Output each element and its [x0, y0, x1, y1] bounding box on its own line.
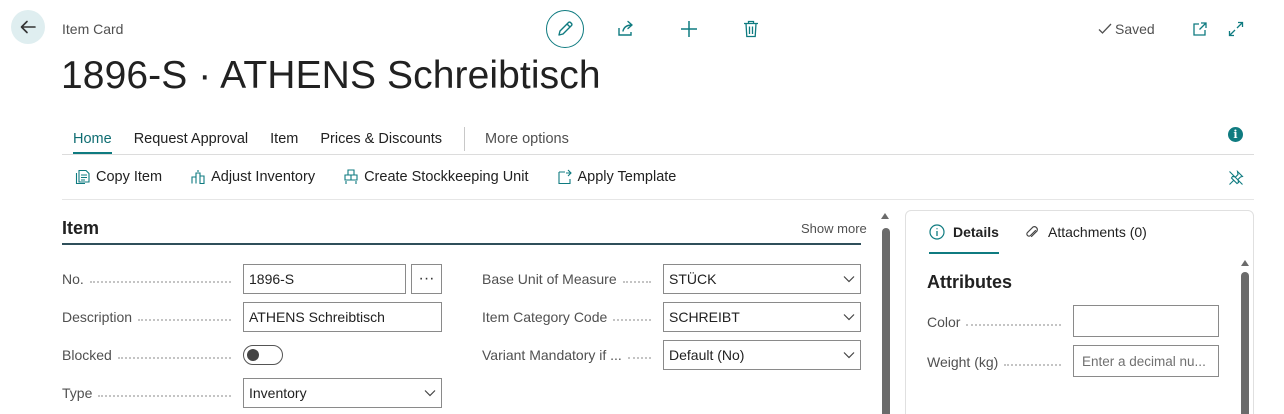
chevron-down-icon [424, 390, 436, 397]
blocked-label: Blocked [62, 346, 237, 364]
trash-icon [744, 20, 758, 38]
no-field[interactable]: 1896-S [243, 264, 406, 294]
item-category-value: SCHREIBT [669, 309, 740, 325]
breadcrumb: Item Card [62, 21, 124, 37]
saved-status: Saved [1098, 21, 1155, 37]
back-button[interactable] [11, 10, 45, 44]
weight-placeholder: Enter a decimal nu... [1082, 353, 1206, 369]
section-title: Item [62, 218, 100, 238]
action-bar: Copy Item Adjust Inventory Create Stockk… [75, 169, 704, 185]
copy-icon [75, 169, 90, 185]
color-field[interactable] [1073, 305, 1219, 337]
attributes-title: Attributes [927, 272, 1012, 292]
weight-field[interactable]: Enter a decimal nu... [1073, 345, 1219, 377]
tab-attachments[interactable]: Attachments (0) [1024, 224, 1147, 240]
item-category-select[interactable]: SCHREIBT [663, 302, 861, 332]
share-icon [618, 20, 633, 36]
create-stockkeeping-unit-button[interactable]: Create Stockkeeping Unit [343, 169, 529, 185]
adjust-inventory-label: Adjust Inventory [211, 169, 316, 185]
apply-template-button[interactable]: Apply Template [557, 169, 677, 185]
description-field[interactable]: ATHENS Schreibtisch [243, 302, 442, 332]
unpin-action-bar-button[interactable] [1224, 166, 1248, 190]
info-icon[interactable]: i [1228, 127, 1243, 142]
description-label: Description [62, 308, 237, 326]
new-button[interactable] [677, 17, 701, 41]
check-icon [1098, 23, 1112, 34]
item-category-label: Item Category Code [482, 308, 657, 326]
base-uom-value: STÜCK [669, 271, 717, 287]
chevron-down-icon [843, 352, 855, 359]
no-lookup-button[interactable]: ··· [411, 264, 442, 294]
divider [62, 154, 1254, 155]
action-tabs: Home Request Approval Item Prices & Disc… [62, 127, 591, 154]
show-more-link[interactable]: Show more [801, 221, 867, 236]
blocked-toggle[interactable] [243, 345, 283, 365]
chevron-down-icon [843, 276, 855, 283]
color-label: Color [927, 313, 1067, 331]
adjust-inventory-button[interactable]: Adjust Inventory [190, 169, 315, 185]
base-uom-label: Base Unit of Measure [482, 270, 657, 288]
stockkeeping-icon [344, 169, 358, 184]
info-icon [929, 224, 945, 240]
base-uom-select[interactable]: STÜCK [663, 264, 861, 294]
create-stockkeeping-unit-label: Create Stockkeeping Unit [364, 169, 529, 185]
variant-mandatory-value: Default (No) [669, 347, 745, 363]
type-label: Type [62, 384, 237, 402]
share-button[interactable] [614, 17, 638, 41]
paperclip-icon [1026, 226, 1038, 238]
tab-details-label: Details [953, 224, 999, 240]
edit-button[interactable] [546, 10, 584, 48]
copy-item-button[interactable]: Copy Item [75, 169, 162, 185]
tab-home[interactable]: Home [73, 131, 112, 154]
apply-template-label: Apply Template [577, 169, 677, 185]
tab-item[interactable]: Item [270, 131, 298, 147]
no-value: 1896-S [249, 271, 295, 287]
template-icon [557, 169, 572, 185]
toggle-knob [247, 348, 259, 361]
chevron-down-icon [843, 314, 855, 321]
saved-label: Saved [1115, 21, 1155, 37]
factbox-scroll-up-arrow[interactable] [1241, 260, 1249, 266]
ellipsis-icon: ··· [418, 270, 435, 287]
scroll-up-arrow[interactable] [881, 213, 889, 219]
factbox-scrollbar-thumb[interactable] [1241, 272, 1249, 414]
scrollbar-thumb[interactable] [882, 228, 890, 414]
plus-icon [681, 21, 697, 37]
expand-icon [1228, 21, 1244, 37]
tab-divider [464, 127, 466, 151]
copy-item-label: Copy Item [96, 169, 163, 185]
adjust-inventory-icon [191, 170, 205, 185]
pencil-icon [558, 21, 573, 36]
tab-attachments-label: Attachments (0) [1048, 224, 1147, 240]
page-title: 1896-S · ATHENS Schreibtisch [61, 54, 601, 97]
type-select[interactable]: Inventory [243, 378, 442, 408]
variant-mandatory-label: Variant Mandatory if ... [482, 346, 657, 364]
variant-mandatory-select[interactable]: Default (No) [663, 340, 861, 370]
unpin-icon [1229, 170, 1244, 185]
tab-details[interactable]: Details [929, 224, 999, 240]
no-label: No. [62, 270, 237, 288]
divider [62, 199, 1254, 200]
expand-button[interactable] [1224, 17, 1248, 41]
tab-prices-discounts[interactable]: Prices & Discounts [320, 131, 442, 147]
tab-underline [929, 252, 999, 254]
tab-request-approval[interactable]: Request Approval [134, 131, 248, 147]
more-options-button[interactable]: More options [485, 131, 569, 147]
delete-button[interactable] [739, 17, 763, 41]
description-value: ATHENS Schreibtisch [249, 309, 385, 325]
open-in-new-icon [1193, 22, 1207, 36]
section-divider [62, 243, 861, 245]
weight-label: Weight (kg) [927, 353, 1067, 371]
open-new-window-button[interactable] [1188, 17, 1212, 41]
arrow-left-icon [20, 20, 36, 34]
type-value: Inventory [249, 385, 307, 401]
